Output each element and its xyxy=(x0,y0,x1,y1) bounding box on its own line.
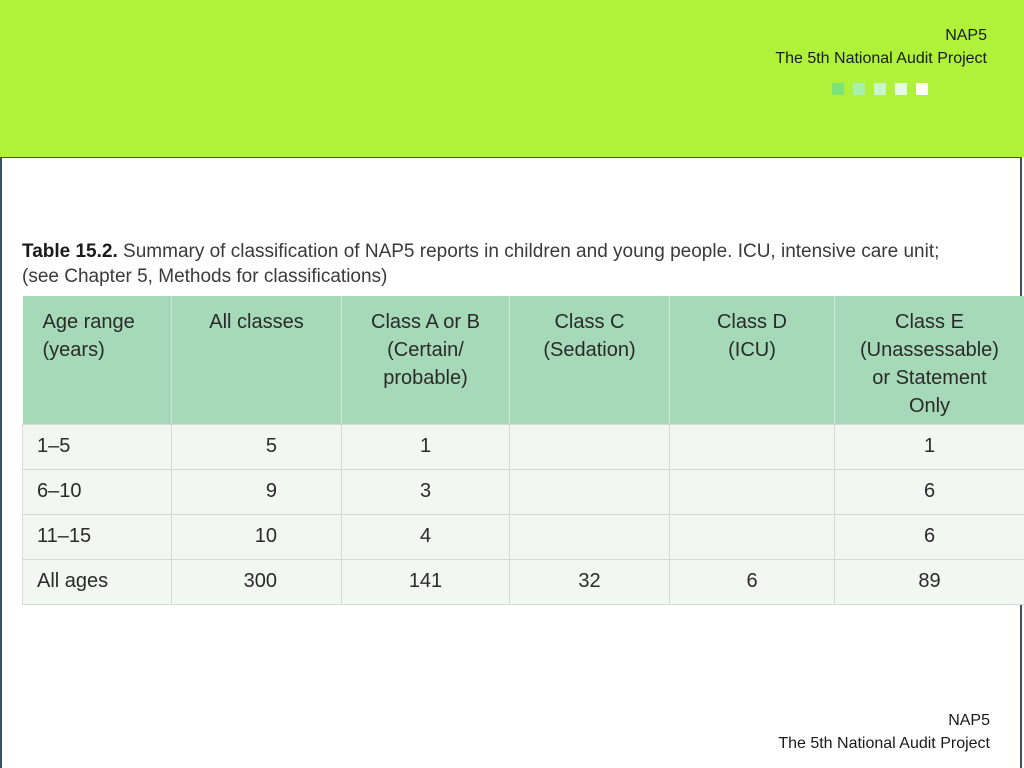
table-header-row: Age range (years) All classes Class A or B (… xyxy=(22,296,1024,424)
footer-line-2: The 5th National Audit Project xyxy=(778,735,990,752)
square-4 xyxy=(895,83,907,95)
table-caption: Table 15.2. Summary of classification of… xyxy=(22,239,1024,289)
footer-title: NAP5 The 5th National Audit Project xyxy=(778,709,990,755)
table-row: All ages 300 141 32 6 89 xyxy=(22,558,1024,605)
column-header: Class A or B (Certain/probable) xyxy=(341,296,510,424)
table-cell: 9 xyxy=(171,468,342,515)
table-row: 11–15 10 4 6 xyxy=(22,513,1024,560)
column-header: Class E (Unassessable) or Statement Only xyxy=(834,296,1024,424)
column-header-line: Class E xyxy=(895,311,964,333)
table-cell xyxy=(669,468,835,515)
column-header: Age range (years) xyxy=(22,296,172,424)
column-header-line: All classes xyxy=(209,311,304,333)
table-cell: 6 xyxy=(834,513,1024,560)
table-cell: 10 xyxy=(171,513,342,560)
column-header-line: (Sedation) xyxy=(543,339,636,361)
table-cell: 1 xyxy=(341,423,510,470)
caption-line-1: Table 15.2. Summary of classification of… xyxy=(22,239,1024,264)
table-cell: 141 xyxy=(341,558,510,605)
header-title: NAP5 The 5th National Audit Project xyxy=(775,24,987,70)
table-row: 6–10 9 3 6 xyxy=(22,468,1024,515)
table-cell: 11–15 xyxy=(22,513,172,560)
column-header-line: (Certain/ xyxy=(387,339,464,361)
footer-line-1: NAP5 xyxy=(948,712,990,729)
table-cell: 6 xyxy=(834,468,1024,515)
column-header-line: or Statement xyxy=(872,367,987,389)
table-cell: 1–5 xyxy=(22,423,172,470)
table-cell: 32 xyxy=(509,558,670,605)
square-3 xyxy=(874,83,886,95)
table-row: 1–5 5 1 1 xyxy=(22,423,1024,470)
header-band: NAP5 The 5th National Audit Project xyxy=(0,0,1024,157)
column-header: Class D (ICU) xyxy=(669,296,835,424)
column-header-line: Only xyxy=(908,395,951,417)
header-line-2: The 5th National Audit Project xyxy=(775,50,987,67)
decorative-squares xyxy=(832,83,928,95)
table-cell: 1 xyxy=(834,423,1024,470)
table-cell: 5 xyxy=(171,423,342,470)
square-2 xyxy=(853,83,865,95)
caption-label: Table 15.2. xyxy=(22,241,118,262)
column-header-line: (Unassessable) xyxy=(860,339,999,361)
column-header-line: Class D xyxy=(716,311,787,333)
header-line-1: NAP5 xyxy=(945,27,987,44)
column-header-line: Class C xyxy=(554,311,625,333)
table-cell xyxy=(509,423,670,470)
column-header: All classes xyxy=(171,296,342,424)
column-header-line: (years) xyxy=(42,339,105,361)
square-1 xyxy=(832,83,844,95)
table-cell: 3 xyxy=(341,468,510,515)
table-cell xyxy=(669,513,835,560)
table-cell: 6–10 xyxy=(22,468,172,515)
column-header-line: (ICU) xyxy=(728,339,776,361)
table-cell: 89 xyxy=(834,558,1024,605)
table-cell: 300 xyxy=(171,558,342,605)
column-header-line: probable) xyxy=(383,367,468,389)
column-header-line: Class A or B xyxy=(371,311,480,333)
slide: NAP5 The 5th National Audit Project Tabl… xyxy=(0,0,1024,768)
table-cell xyxy=(669,423,835,470)
table-cell: All ages xyxy=(22,558,172,605)
square-5 xyxy=(916,83,928,95)
classification-table: Age range (years) All classes Class A or B (… xyxy=(22,296,1024,605)
column-header: Class C (Sedation) xyxy=(509,296,670,424)
table-cell xyxy=(509,468,670,515)
table-cell xyxy=(509,513,670,560)
table-cell: 4 xyxy=(341,513,510,560)
table-cell: 6 xyxy=(669,558,835,605)
caption-line-2: (see Chapter 5, Methods for classificati… xyxy=(22,266,388,287)
table-body: 1–5 5 1 1 6–10 9 3 6 11–15 10 4 6 All ages 300 141 32 6 8… xyxy=(22,423,1024,605)
column-header-line: Age range xyxy=(42,311,135,333)
caption-text-1: Summary of classification of NAP5 report… xyxy=(117,241,940,262)
